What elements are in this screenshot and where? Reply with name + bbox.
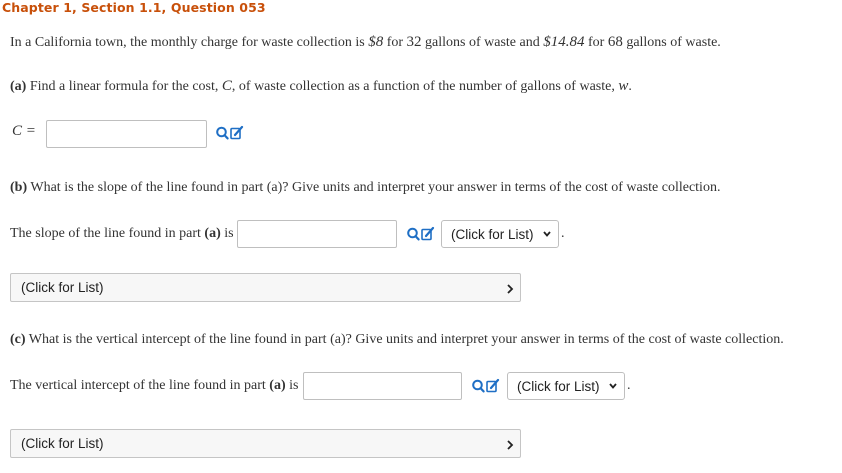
chevron-down-icon xyxy=(609,383,617,389)
select-value: (Click for List) xyxy=(451,226,534,242)
question-text: What is the vertical intercept of the li… xyxy=(25,332,784,347)
intercept-sentence: The vertical intercept of the line found… xyxy=(10,378,298,394)
part-a-label: (a) xyxy=(10,79,27,94)
slope-input[interactable] xyxy=(237,220,397,248)
variable-w: w xyxy=(618,78,629,94)
period: . xyxy=(561,226,565,241)
icon-group xyxy=(407,226,435,241)
problem-text: In a California town, the monthly charge… xyxy=(10,35,369,50)
question-text: , of waste collection as a function of t… xyxy=(231,79,619,94)
sentence-text: The vertical intercept of the line found… xyxy=(10,378,270,393)
intercept-interpretation-select[interactable]: (Click for List) xyxy=(10,429,521,458)
part-reference: (a) xyxy=(269,378,286,393)
icon-group xyxy=(472,378,500,393)
part-b-question: (b) What is the slope of the line found … xyxy=(10,180,720,196)
problem-text: gallons of waste and xyxy=(421,35,544,50)
variable-c: C xyxy=(221,78,232,94)
question-text: . xyxy=(628,79,632,94)
slope-units-select[interactable]: (Click for List) xyxy=(441,220,559,248)
chevron-down-icon xyxy=(543,231,551,237)
part-c-label: (c) xyxy=(10,332,26,347)
select-value: (Click for List) xyxy=(21,436,104,451)
search-icon[interactable] xyxy=(407,227,420,241)
period: . xyxy=(627,378,631,393)
problem-text: for xyxy=(383,35,407,50)
page-title: Chapter 1, Section 1.1, Question 053 xyxy=(2,0,266,15)
chevron-right-icon xyxy=(507,440,514,450)
problem-statement: In a California town, the monthly charge… xyxy=(10,34,721,51)
slope-sentence: The slope of the line found in part (a) … xyxy=(10,226,234,242)
part-reference: (a) xyxy=(204,226,221,241)
edit-icon[interactable] xyxy=(421,226,435,241)
price-2: $14.84 xyxy=(543,34,585,50)
answer-label-text: C = xyxy=(12,123,36,139)
slope-interpretation-select[interactable]: (Click for List) xyxy=(10,273,521,302)
sentence-text: is xyxy=(285,378,299,393)
sentence-text: The slope of the line found in part xyxy=(10,226,205,241)
price-1: $8 xyxy=(368,34,384,50)
chevron-right-icon xyxy=(507,284,514,294)
search-icon[interactable] xyxy=(216,126,229,140)
gallons-1: 32 xyxy=(406,34,422,50)
part-a-question: (a) Find a linear formula for the cost, … xyxy=(10,78,632,95)
problem-text: for xyxy=(584,35,608,50)
edit-icon[interactable] xyxy=(486,378,500,393)
question-text: Find a linear formula for the cost, xyxy=(26,79,222,94)
edit-icon[interactable] xyxy=(230,125,244,140)
part-c-question: (c) What is the vertical intercept of th… xyxy=(10,332,784,348)
gallons-2: 68 xyxy=(607,34,623,50)
answer-label-c: C = xyxy=(12,123,36,140)
part-b-label: (b) xyxy=(10,180,28,195)
intercept-units-select[interactable]: (Click for List) xyxy=(507,372,625,400)
question-text: What is the slope of the line found in p… xyxy=(27,180,721,195)
icon-group xyxy=(216,125,244,140)
search-icon[interactable] xyxy=(472,379,485,393)
problem-text: gallons of waste. xyxy=(622,35,721,50)
intercept-input[interactable] xyxy=(303,372,462,400)
select-value: (Click for List) xyxy=(517,378,600,394)
sentence-text: is xyxy=(220,226,234,241)
select-value: (Click for List) xyxy=(21,280,104,295)
formula-input[interactable] xyxy=(46,120,207,148)
